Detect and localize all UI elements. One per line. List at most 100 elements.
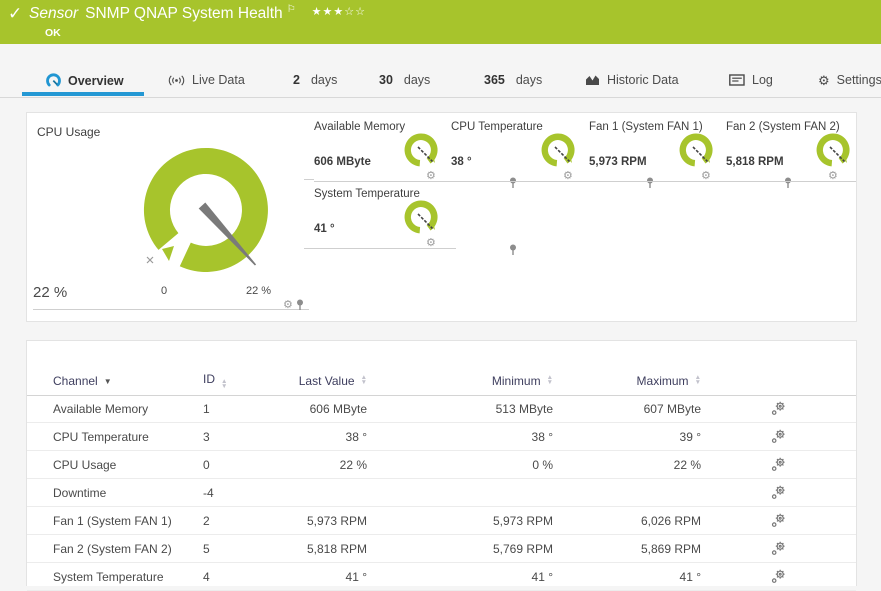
tile-value: 606 MByte bbox=[314, 156, 371, 168]
cpu-gauge-scale-max: 22 % bbox=[246, 285, 272, 297]
cell-minimum: 5,973 RPM bbox=[492, 513, 553, 528]
channel-settings-icon[interactable] bbox=[771, 541, 786, 556]
cell-minimum: 41 ° bbox=[531, 569, 553, 584]
gear-icon[interactable]: ⚙ bbox=[426, 171, 436, 182]
cell-channel[interactable]: CPU Usage bbox=[27, 458, 203, 472]
tile-actions: ⚙ bbox=[426, 171, 516, 188]
tab-30-days-unit: days bbox=[403, 73, 431, 87]
cell-minimum: 38 ° bbox=[531, 429, 553, 444]
cpu-usage-gauge-title: CPU Usage bbox=[37, 125, 101, 139]
tile-value: 38 ° bbox=[451, 156, 472, 168]
area-chart-icon bbox=[586, 75, 599, 85]
cell-last-value: 22 % bbox=[339, 457, 367, 472]
gauge-tile-cpu-temperature: CPU Temperature 38 ° ⚙ bbox=[451, 121, 653, 193]
cpu-gauge-scale-min: 0 bbox=[161, 285, 168, 297]
table-row[interactable]: Fan 1 (System FAN 1) 2 5,973 RPM 5,973 R… bbox=[27, 507, 856, 535]
column-header-maximum[interactable]: Maximum ▲ ▼ bbox=[553, 374, 701, 388]
tab-365-days[interactable]: 365 days bbox=[484, 73, 542, 87]
table-row[interactable]: CPU Temperature 3 38 ° 38 ° 39 ° bbox=[27, 423, 856, 451]
sort-icon: ▲ ▼ bbox=[694, 374, 701, 386]
tab-log[interactable]: Log bbox=[729, 73, 773, 87]
cell-last-value: 5,818 RPM bbox=[306, 541, 367, 556]
x-marker-icon bbox=[146, 256, 154, 264]
column-header-minimum[interactable]: Minimum ▲ ▼ bbox=[367, 374, 553, 388]
tile-actions: ⚙ bbox=[701, 171, 791, 188]
small-gauge bbox=[816, 133, 850, 167]
divider bbox=[33, 309, 309, 310]
tile-separator bbox=[304, 179, 314, 180]
gauges-panel: CPU Usage 0 22 % 22 % ⚙ Available Memory… bbox=[26, 112, 857, 322]
table-row[interactable]: Downtime -4 bbox=[27, 479, 856, 507]
gear-icon[interactable]: ⚙ bbox=[701, 171, 711, 182]
tile-value: 5,818 RPM bbox=[726, 156, 784, 168]
tile-actions: ⚙ bbox=[426, 238, 516, 255]
gear-icon[interactable]: ⚙ bbox=[426, 238, 436, 249]
sort-icon: ▲ ▼ bbox=[221, 378, 228, 390]
table-row[interactable]: System Temperature 4 41 ° 41 ° 41 ° bbox=[27, 563, 856, 591]
status-ok-check-icon: ✓ bbox=[8, 4, 23, 23]
cell-maximum: 39 ° bbox=[679, 429, 701, 444]
column-header-channel[interactable]: Channel ▼ bbox=[27, 374, 203, 388]
cell-channel[interactable]: Available Memory bbox=[27, 402, 203, 416]
channel-settings-icon[interactable] bbox=[771, 569, 786, 584]
tab-live-data[interactable]: Live Data bbox=[168, 73, 245, 87]
cell-channel[interactable]: Fan 2 (System FAN 2) bbox=[27, 542, 203, 556]
cell-minimum: 0 % bbox=[532, 457, 553, 472]
gear-icon[interactable]: ⚙ bbox=[828, 171, 838, 182]
priority-stars[interactable]: ★★★☆☆ bbox=[312, 5, 366, 18]
table-header-row: Channel ▼ ID ▲ ▼ Last Value ▲ ▼ Minimum ▲ ▼ … bbox=[27, 367, 856, 396]
cell-maximum: 6,026 RPM bbox=[640, 513, 701, 528]
channel-settings-icon[interactable] bbox=[771, 429, 786, 444]
table-row[interactable]: CPU Usage 0 22 % 0 % 22 % bbox=[27, 451, 856, 479]
small-gauge bbox=[679, 133, 713, 167]
cell-channel[interactable]: CPU Temperature bbox=[27, 430, 203, 444]
cell-last-value: 41 ° bbox=[345, 569, 367, 584]
cpu-usage-gauge bbox=[143, 147, 268, 272]
cell-last-value: 38 ° bbox=[345, 429, 367, 444]
column-header-id[interactable]: ID ▲ ▼ bbox=[203, 372, 263, 390]
channel-settings-icon[interactable] bbox=[771, 485, 786, 500]
cell-minimum: 5,769 RPM bbox=[492, 541, 553, 556]
small-gauge bbox=[541, 133, 575, 167]
tab-30-days[interactable]: 30 days bbox=[379, 73, 430, 87]
cell-channel[interactable]: System Temperature bbox=[27, 570, 203, 584]
tab-live-data-label: Live Data bbox=[192, 73, 245, 87]
tab-settings-label: Settings bbox=[836, 73, 881, 87]
tab-settings[interactable]: ⚙ Settings bbox=[818, 73, 881, 87]
gauge-tile-fan-2: Fan 2 (System FAN 2) 5,818 RPM ⚙ bbox=[726, 121, 856, 193]
table-body: Available Memory 1 606 MByte 513 MByte 6… bbox=[27, 395, 856, 591]
cpu-usage-value: 22 % bbox=[33, 284, 68, 301]
channel-settings-icon[interactable] bbox=[771, 513, 786, 528]
small-gauge bbox=[404, 200, 438, 234]
cell-channel[interactable]: Fan 1 (System FAN 1) bbox=[27, 514, 203, 528]
tile-actions: ⚙ bbox=[828, 171, 838, 182]
cell-maximum: 41 ° bbox=[679, 569, 701, 584]
gauge-tile-available-memory: Available Memory 606 MByte ⚙ bbox=[314, 121, 516, 193]
tab-overview[interactable]: Overview bbox=[46, 73, 124, 88]
gear-icon[interactable]: ⚙ bbox=[283, 299, 293, 311]
tab-365-days-unit: days bbox=[515, 73, 543, 87]
gear-icon[interactable]: ⚙ bbox=[563, 171, 573, 182]
gear-icon: ⚙ bbox=[818, 72, 830, 88]
cpu-tile-actions: ⚙ bbox=[283, 299, 304, 311]
pin-icon[interactable] bbox=[296, 299, 304, 311]
gauge-zero-notch bbox=[162, 246, 174, 261]
pin-icon[interactable] bbox=[509, 244, 517, 256]
table-row[interactable]: Available Memory 1 606 MByte 513 MByte 6… bbox=[27, 395, 856, 423]
column-label: Last Value bbox=[298, 374, 355, 388]
channel-settings-icon[interactable] bbox=[771, 457, 786, 472]
tab-2-days[interactable]: 2 days bbox=[293, 73, 337, 87]
flag-icon[interactable]: ⚐ bbox=[287, 4, 296, 15]
cell-last-value: 606 MByte bbox=[309, 401, 367, 416]
column-header-last-value[interactable]: Last Value ▲ ▼ bbox=[263, 374, 367, 388]
channel-settings-icon[interactable] bbox=[771, 401, 786, 416]
tab-historic-data[interactable]: Historic Data bbox=[585, 73, 679, 87]
small-gauge bbox=[404, 133, 438, 167]
table-row[interactable]: Fan 2 (System FAN 2) 5 5,818 RPM 5,769 R… bbox=[27, 535, 856, 563]
log-list-icon bbox=[729, 74, 745, 86]
tile-title: CPU Temperature bbox=[451, 121, 543, 133]
status-badge: OK bbox=[45, 27, 61, 39]
cell-last-value: 5,973 RPM bbox=[306, 513, 367, 528]
cell-channel[interactable]: Downtime bbox=[27, 486, 203, 500]
tile-value: 41 ° bbox=[314, 223, 335, 235]
